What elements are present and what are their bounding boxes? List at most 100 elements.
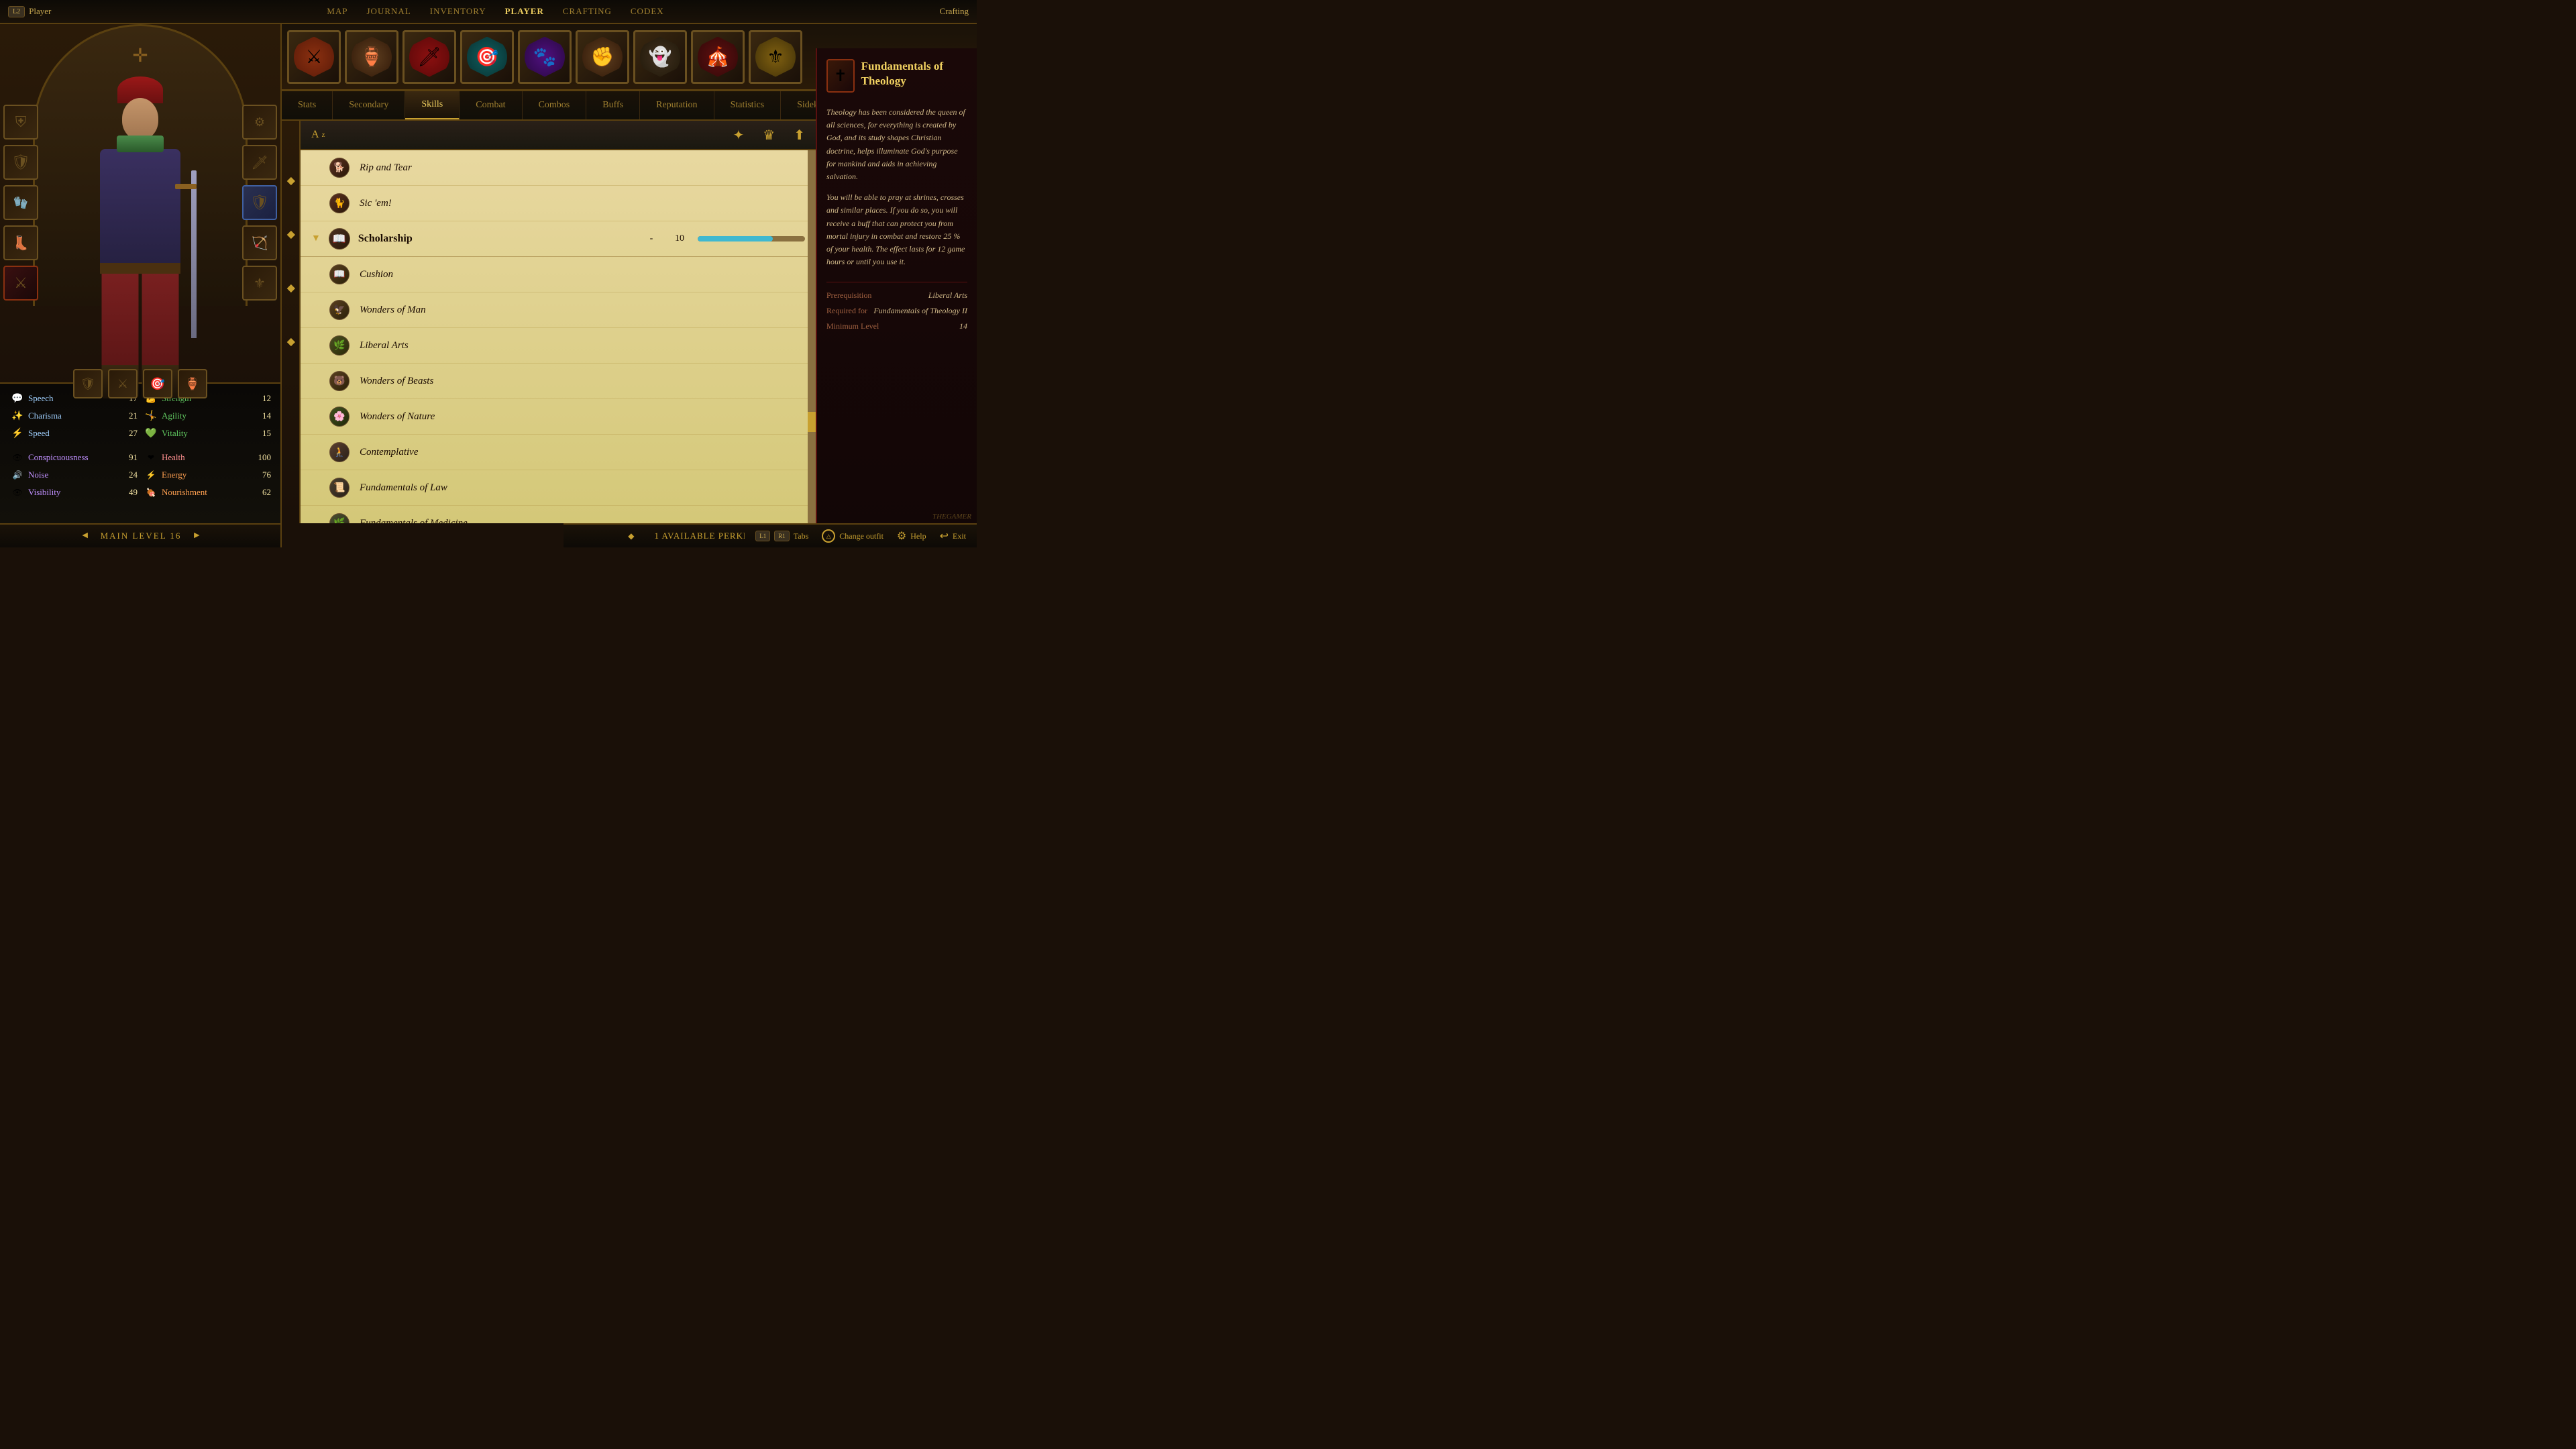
skill-icon-5[interactable]: 🐾 (518, 30, 572, 84)
nav-player[interactable]: PLAYER (505, 6, 544, 17)
skill-row-wonders-beasts[interactable]: 🐻 Wonders of Beasts (301, 364, 816, 399)
skill-list: 🐕 Rip and Tear 🐈 Sic 'em! ▼ 📖 Scholarshi… (301, 150, 816, 523)
fundamentals-medicine-icon: 🌿 (327, 511, 352, 523)
detail-skill-icon: ✝ (826, 59, 855, 93)
amulet-slot[interactable]: 🗡 (242, 145, 277, 180)
skill-row-wonders-man[interactable]: 🦅 Wonders of Man (301, 292, 816, 328)
wonders-man-name: Wonders of Man (360, 305, 805, 316)
skill-row-sic-em[interactable]: 🐈 Sic 'em! (301, 186, 816, 221)
prerequisition-value: Liberal Arts (928, 290, 967, 301)
trinket-slot[interactable]: ⚜ (242, 266, 277, 301)
feet-slot[interactable]: 👢 (3, 225, 38, 260)
health-value: 100 (252, 452, 271, 463)
skill-icon-7[interactable]: 👻 (633, 30, 687, 84)
skill-row-liberal-arts[interactable]: 🌿 Liberal Arts (301, 328, 816, 364)
exit-label: Exit (953, 531, 966, 541)
help-control[interactable]: ⚙ Help (897, 529, 926, 543)
skill-row-contemplative[interactable]: 🧎 Contemplative (301, 435, 816, 470)
nav-arrow-1[interactable]: ◆ (284, 177, 297, 185)
tabs-control[interactable]: L1 R1 Tabs (755, 531, 808, 541)
stat-agility: 🤸 Agility 14 (144, 409, 271, 423)
tab-statistics[interactable]: Statistics (714, 91, 782, 119)
sort-bar: Az ✦ ♛ ⬆ (301, 121, 816, 150)
skill-row-fundamentals-law[interactable]: 📜 Fundamentals of Law (301, 470, 816, 506)
conspicuousness-icon: 👁 (11, 451, 24, 464)
skill-row-fundamentals-medicine[interactable]: 🌿 Fundamentals of Medicine (301, 506, 816, 523)
skill-icon-3[interactable]: 🗡 (402, 30, 456, 84)
equip-bottom-4[interactable]: 🏺 (178, 369, 207, 398)
special-slot[interactable]: 🏹 (242, 225, 277, 260)
vitality-value: 15 (252, 428, 271, 439)
energy-label: Energy (162, 470, 248, 480)
sort-star-icon[interactable]: ✦ (733, 127, 745, 144)
strength-value: 12 (252, 393, 271, 404)
skill-row-cushion[interactable]: 📖 Cushion (301, 257, 816, 292)
exit-control[interactable]: ↩ Exit (940, 529, 966, 543)
equip-bottom-3[interactable]: 🎯 (143, 369, 172, 398)
nav-arrow-2[interactable]: ◆ (284, 231, 297, 239)
skill-icon-4[interactable]: 🎯 (460, 30, 514, 84)
nav-arrow-3[interactable]: ◆ (284, 284, 297, 292)
triangle-button[interactable]: △ (822, 529, 835, 543)
tab-secondary[interactable]: Secondary (333, 91, 405, 119)
vitality-icon: 💚 (144, 427, 158, 440)
tab-reputation[interactable]: Reputation (640, 91, 714, 119)
skill-list-area: ◆ ◆ ◆ ◆ Az ✦ ♛ ⬆ (282, 121, 816, 523)
l2-button[interactable]: L2 (8, 6, 25, 17)
equip-bottom-2[interactable]: ⚔ (108, 369, 138, 398)
scholarship-name: Scholarship (358, 233, 633, 245)
skill-icon-6[interactable]: ✊ (576, 30, 629, 84)
speed-value: 27 (119, 428, 138, 439)
main-content: ⚔ 🏺 🗡 🎯 🐾 ✊ 👻 🎪 ⚜ Stats Secondary Skill (282, 24, 977, 547)
scholarship-group-header[interactable]: ▼ 📖 Scholarship - 10 (301, 221, 816, 257)
speed-label: Speed (28, 428, 115, 439)
help-icon: ⚙ (897, 529, 906, 543)
nav-journal[interactable]: JOURNAL (367, 6, 411, 17)
speech-icon: 💬 (11, 392, 24, 405)
skill-icon-9[interactable]: ⚜ (749, 30, 802, 84)
stat-conspicuousness: 👁 Conspicuousness 91 (11, 451, 138, 464)
level-next-button[interactable]: ► (192, 531, 201, 541)
change-outfit-control[interactable]: △ Change outfit (822, 529, 883, 543)
hands-slot[interactable]: 🧤 (3, 185, 38, 220)
tab-combat[interactable]: Combat (460, 91, 522, 119)
ring-slot[interactable]: ⚙ (242, 105, 277, 140)
tab-skills[interactable]: Skills (405, 91, 460, 119)
nav-arrow-4[interactable]: ◆ (284, 338, 297, 346)
nav-right-crafting: Crafting (932, 6, 977, 17)
sort-arrow-icon[interactable]: ⬆ (794, 127, 805, 144)
scroll-thumb[interactable] (808, 412, 816, 432)
chest-slot[interactable]: 🛡 (3, 145, 38, 180)
sort-az[interactable]: Az (311, 129, 325, 141)
agility-icon: 🤸 (144, 409, 158, 423)
fundamentals-medicine-name: Fundamentals of Medicine (360, 518, 805, 524)
character-portrait: ✛ ⛨ 🛡 🧤 👢 ⚔ (0, 24, 280, 407)
nav-inventory[interactable]: INVENTORY (430, 6, 486, 17)
skill-icon-8[interactable]: 🎪 (691, 30, 745, 84)
skill-row-rip-and-tear[interactable]: 🐕 Rip and Tear (301, 150, 816, 186)
l1-button[interactable]: L1 (755, 531, 770, 541)
scroll-indicator[interactable] (808, 150, 816, 523)
shield-slot[interactable]: 🛡 (242, 185, 277, 220)
tab-combos[interactable]: Combos (523, 91, 587, 119)
nav-map[interactable]: MAP (327, 6, 347, 17)
nav-codex[interactable]: CODEX (631, 6, 664, 17)
tab-stats[interactable]: Stats (282, 91, 333, 119)
head-slot[interactable]: ⛨ (3, 105, 38, 140)
r1-button[interactable]: R1 (774, 531, 790, 541)
nav-center: MAP JOURNAL INVENTORY PLAYER CRAFTING CO… (59, 6, 931, 17)
skill-icon-1[interactable]: ⚔ (287, 30, 341, 84)
skill-row-wonders-nature[interactable]: 🌸 Wonders of Nature (301, 399, 816, 435)
nav-crafting[interactable]: CRAFTING (563, 6, 612, 17)
bottom-controls: L1 R1 Tabs △ Change outfit ⚙ Help ↩ Exit… (745, 523, 977, 547)
equip-bottom-1[interactable]: 🛡 (73, 369, 103, 398)
skill-list-scroll[interactable]: Az ✦ ♛ ⬆ 🐕 Rip and Tear (301, 121, 816, 523)
detail-title: Fundamentals of Theology (861, 59, 967, 89)
level-prev-button[interactable]: ◄ (80, 531, 90, 541)
skill-icon-2[interactable]: 🏺 (345, 30, 398, 84)
tab-buffs[interactable]: Buffs (586, 91, 640, 119)
watermark: THEGAMER (927, 510, 977, 523)
weapon-slot[interactable]: ⚔ (3, 266, 38, 301)
sort-crown-icon[interactable]: ♛ (763, 127, 775, 144)
minimum-level-value: 14 (959, 321, 967, 331)
